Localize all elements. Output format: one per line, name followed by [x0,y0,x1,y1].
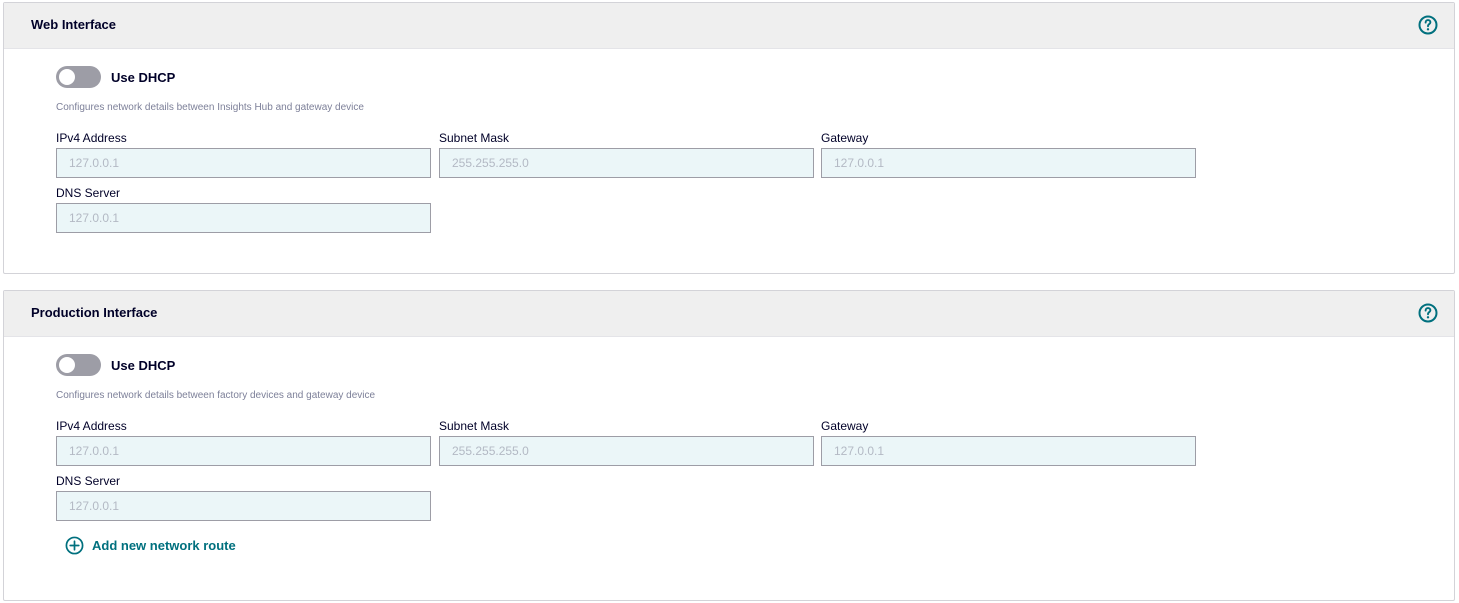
dhcp-toggle-row: Use DHCP [56,354,175,376]
ipv4-label: IPv4 Address [56,419,127,433]
ipv4-input[interactable] [56,436,431,466]
panel-description: Configures network details between facto… [56,390,376,401]
production-interface-panel: Production Interface Use DHCP Configures… [3,290,1455,601]
dns-label: DNS Server [56,474,121,488]
panel-header: Web Interface [4,3,1454,49]
gateway-label: Gateway [821,131,869,145]
gateway-field: Gateway [821,130,1196,178]
subnet-input[interactable] [439,436,814,466]
dns-field: DNS Server [56,473,431,521]
panel-description: Configures network details between Insig… [56,102,364,113]
ipv4-field: IPv4 Address [56,130,431,178]
dhcp-toggle[interactable] [56,66,101,88]
gateway-field: Gateway [821,418,1196,466]
toggle-knob [59,357,75,373]
add-route-label: Add new network route [92,538,236,553]
subnet-field: Subnet Mask [439,130,814,178]
panel-title: Production Interface [31,305,158,320]
dhcp-toggle-label: Use DHCP [111,357,176,373]
dns-field: DNS Server [56,185,431,233]
ipv4-label: IPv4 Address [56,131,127,145]
help-icon[interactable] [1418,303,1438,323]
help-icon[interactable] [1418,15,1438,35]
subnet-label: Subnet Mask [439,131,510,145]
panel-title: Web Interface [31,17,117,32]
toggle-knob [59,69,75,85]
ipv4-input[interactable] [56,148,431,178]
gateway-input[interactable] [821,148,1196,178]
subnet-label: Subnet Mask [439,419,510,433]
add-network-route-button[interactable]: Add new network route [65,536,236,555]
dns-label: DNS Server [56,186,121,200]
gateway-label: Gateway [821,419,869,433]
dns-input[interactable] [56,491,431,521]
subnet-input[interactable] [439,148,814,178]
dhcp-toggle-row: Use DHCP [56,66,175,88]
dns-input[interactable] [56,203,431,233]
gateway-input[interactable] [821,436,1196,466]
subnet-field: Subnet Mask [439,418,814,466]
plus-circle-icon [65,536,84,555]
dhcp-toggle[interactable] [56,354,101,376]
panel-header: Production Interface [4,291,1454,337]
web-interface-panel: Web Interface Use DHCP Configures networ… [3,2,1455,274]
ipv4-field: IPv4 Address [56,418,431,466]
dhcp-toggle-label: Use DHCP [111,69,176,85]
